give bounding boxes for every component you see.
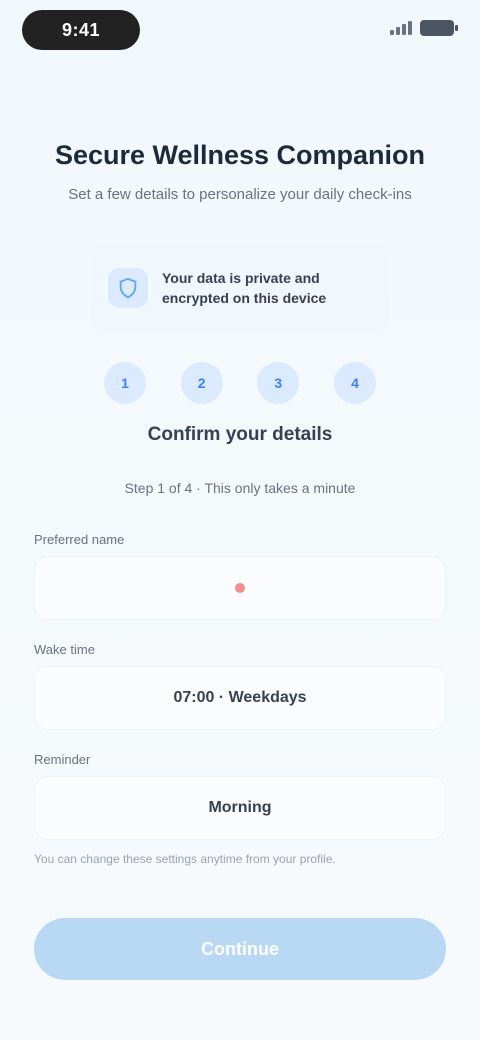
status-indicators [390,20,458,36]
step-heading: Confirm your details [147,424,333,445]
privacy-info-text: Your data is private and encrypted on th… [162,270,327,306]
status-time: 9:41 [22,10,140,50]
step-indicator: 1 2 3 4 [104,362,376,404]
page-title: Secure Wellness Companion [54,140,426,170]
page-subtitle: Set a few details to personalize your da… [68,186,412,203]
settings-note: You can change these settings anytime fr… [34,852,336,866]
privacy-info-card: Your data is private and encrypted on th… [90,246,390,330]
name-field[interactable] [34,556,446,620]
continue-button[interactable]: Continue [34,918,446,980]
step-1[interactable]: 1 [104,362,146,404]
wake-time-field[interactable]: 07:00 · Weekdays [34,666,446,730]
reminder-field[interactable]: Morning [34,776,446,840]
wake-time-label: Wake time [34,642,95,657]
step-subheading: Step 1 of 4 · This only takes a minute [124,480,356,496]
status-bar: 9:41 [0,0,480,64]
step-4[interactable]: 4 [333,362,376,404]
name-field-label: Preferred name [34,532,125,547]
cursor-marker-icon [235,583,245,593]
wake-time-value: 07:00 · Weekdays [173,689,307,706]
shield-icon [108,268,148,308]
step-2[interactable]: 2 [180,362,223,404]
signal-icon [390,21,412,35]
step-3[interactable]: 3 [257,362,300,404]
reminder-value: Morning [208,799,272,816]
reminder-label: Reminder [34,752,91,767]
battery-icon [420,20,458,36]
